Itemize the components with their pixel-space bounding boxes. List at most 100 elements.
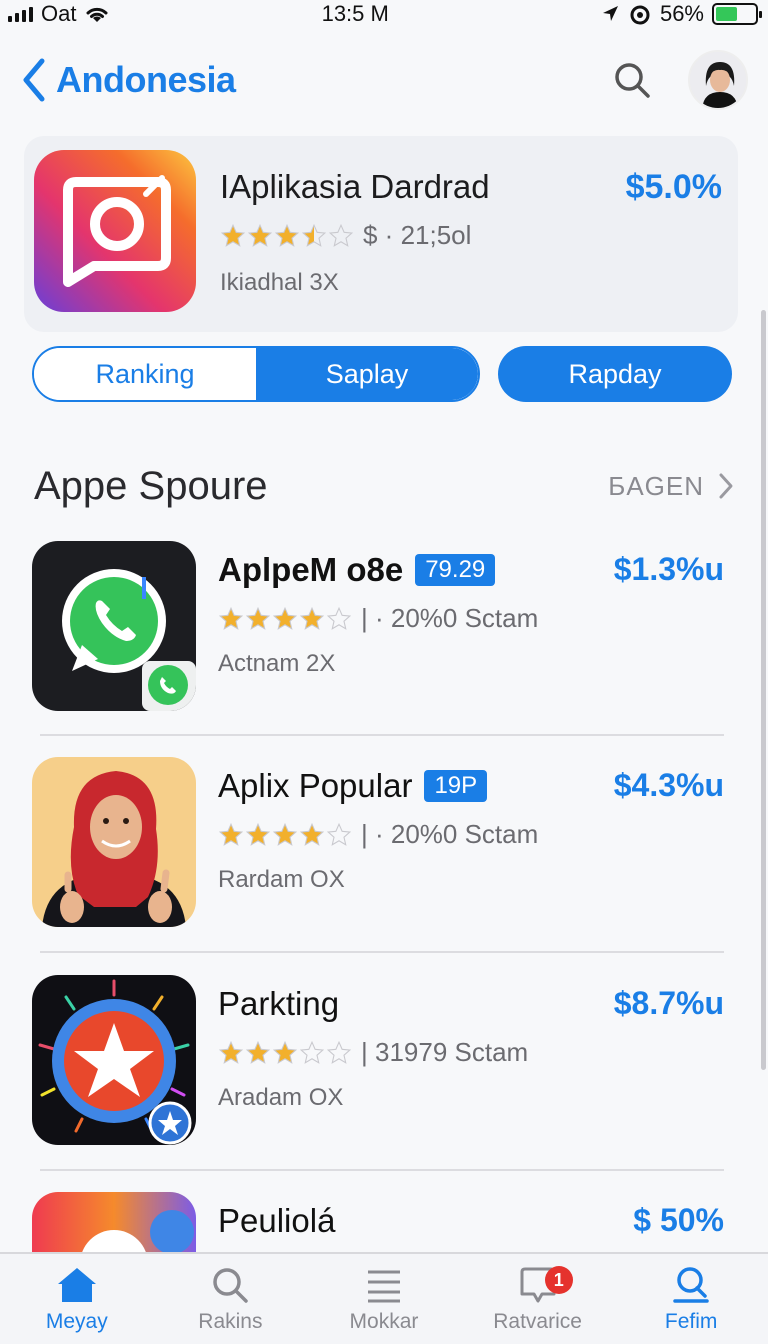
app-price-button[interactable]: $8.7%u <box>614 975 724 1147</box>
section-header: Appe Spoure БAGEN <box>34 456 734 516</box>
app-badge: 79.29 <box>415 554 496 586</box>
app-title: Aplix Popular <box>218 767 413 804</box>
chevron-left-icon[interactable] <box>20 56 50 104</box>
navigation-bar: Andonesia <box>0 40 768 120</box>
list-item[interactable]: Aplix Popular 19P | · 20%0 Sctam Rardam … <box>32 757 724 929</box>
star-rating <box>218 606 353 632</box>
star-rating <box>218 1040 353 1066</box>
star-icon <box>274 223 300 247</box>
search-icon <box>673 1267 709 1303</box>
whatsapp-icon <box>32 541 196 711</box>
home-icon <box>57 1268 96 1302</box>
list-item[interactable]: Parkting | 31979 Sctam Aradam OX $8.7%u <box>32 975 724 1147</box>
app-subtitle: Actnam 2X <box>218 650 336 677</box>
tab-saplay[interactable]: Saplay <box>256 348 478 400</box>
star-icon <box>218 1040 244 1064</box>
tab-label: Meyay <box>45 1310 108 1333</box>
battery-fill <box>716 7 738 21</box>
star-icon <box>299 822 325 846</box>
page-title: Andonesia <box>56 59 236 100</box>
carrier-label: Oat <box>41 1 77 26</box>
app-title: Peuliolá <box>218 1202 336 1239</box>
avatar[interactable] <box>688 50 748 110</box>
featured-app-card[interactable]: IAplikasia Dardrad $ · 21;5ol Ikiadhal 3… <box>24 136 738 332</box>
tab-label: Ratvarice <box>493 1310 582 1333</box>
status-right: 56% <box>600 1 762 27</box>
star-icon <box>218 606 244 630</box>
star-icon <box>245 606 271 630</box>
app-badge: 19P <box>424 770 488 802</box>
tab-fefim[interactable]: Fefim <box>614 1254 768 1344</box>
star-icon <box>299 1040 325 1064</box>
clock: 13:5 M <box>321 1 389 26</box>
see-all-label: БAGEN <box>608 470 704 501</box>
star-icon <box>272 822 298 846</box>
divider <box>40 1169 724 1171</box>
tab-ratvarice[interactable]: 1 Ratvarice <box>461 1254 615 1344</box>
see-all-link[interactable]: БAGEN <box>608 471 734 502</box>
featured-price[interactable]: $5.0% <box>626 150 722 318</box>
star-icon <box>272 606 298 630</box>
star-icon <box>301 223 327 247</box>
tab-label: Rakins <box>198 1310 263 1333</box>
app-title: AplpeM o8e <box>218 551 404 588</box>
divider <box>40 734 724 736</box>
segmented-control: Ranking Saplay Rapday <box>32 346 732 402</box>
tab-meyay[interactable]: Meyay <box>0 1254 154 1344</box>
tab-bar: Meyay Rakins Mokkar 1 Ratvarice Fefim <box>0 1252 768 1344</box>
tab-rakins[interactable]: Rakins <box>154 1254 308 1344</box>
tab-ranking[interactable]: Ranking <box>34 348 256 400</box>
alarm-icon <box>630 5 650 25</box>
search-icon[interactable] <box>612 60 652 100</box>
status-bar: Oat 13:5 M 56% <box>0 0 768 28</box>
featured-info: IAplikasia Dardrad $ · 21;5ol Ikiadhal 3… <box>220 150 626 318</box>
star-icon <box>245 1040 271 1064</box>
star-icon <box>299 606 325 630</box>
app-price-button[interactable]: $4.3%u <box>614 757 724 929</box>
colorful-gear-icon <box>32 1192 196 1254</box>
star-rating <box>220 223 355 249</box>
chevron-right-icon <box>719 473 733 499</box>
tab-label: Mokkar <box>349 1310 419 1333</box>
star-icon <box>220 223 246 247</box>
star-icon <box>326 1040 352 1064</box>
notification-badge: 1 <box>544 1266 573 1294</box>
battery-icon <box>712 3 762 25</box>
person-photo-icon <box>32 757 196 927</box>
app-meta: | 31979 Sctam <box>361 1037 529 1067</box>
list-icon <box>367 1270 400 1303</box>
app-meta: | · 20%0 Sctam <box>361 819 539 849</box>
star-icon <box>272 1040 298 1064</box>
star-icon <box>247 223 273 247</box>
instagram-icon <box>34 150 196 312</box>
star-icon <box>218 822 244 846</box>
featured-rating-meta: $ · 21;5ol <box>363 220 472 250</box>
star-rating <box>218 822 353 848</box>
app-price-button[interactable]: $ 50% <box>633 1192 724 1254</box>
status-left: Oat <box>8 1 110 27</box>
tab-mokkar[interactable]: Mokkar <box>307 1254 461 1344</box>
scrollbar[interactable] <box>761 310 766 1070</box>
list-item[interactable]: AplpeM o8e 79.29 | · 20%0 Sctam Actnam 2… <box>32 541 724 713</box>
list-item[interactable]: Peuliolá $ 50% <box>32 1192 724 1254</box>
app-price-button[interactable]: $1.3%u <box>614 541 724 713</box>
tab-rapday[interactable]: Rapday <box>498 346 732 402</box>
section-title: Appe Spoure <box>34 463 268 508</box>
battery-percent: 56% <box>659 1 704 26</box>
search-icon <box>213 1268 249 1303</box>
star-burst-icon <box>32 975 196 1145</box>
location-arrow-icon <box>602 6 618 21</box>
app-title: Parkting <box>218 985 340 1022</box>
divider <box>40 951 724 953</box>
app-subtitle: Rardam OX <box>218 866 345 893</box>
featured-subtitle: Ikiadhal 3X <box>220 269 339 296</box>
wifi-icon <box>86 7 108 22</box>
featured-title: IAplikasia Dardrad <box>220 168 490 205</box>
app-meta: | · 20%0 Sctam <box>361 603 539 633</box>
tab-label: Fefim <box>664 1310 718 1333</box>
star-icon <box>326 822 352 846</box>
star-icon <box>245 822 271 846</box>
star-icon <box>328 223 354 247</box>
app-subtitle: Aradam OX <box>218 1084 344 1111</box>
signal-icon <box>8 6 33 22</box>
